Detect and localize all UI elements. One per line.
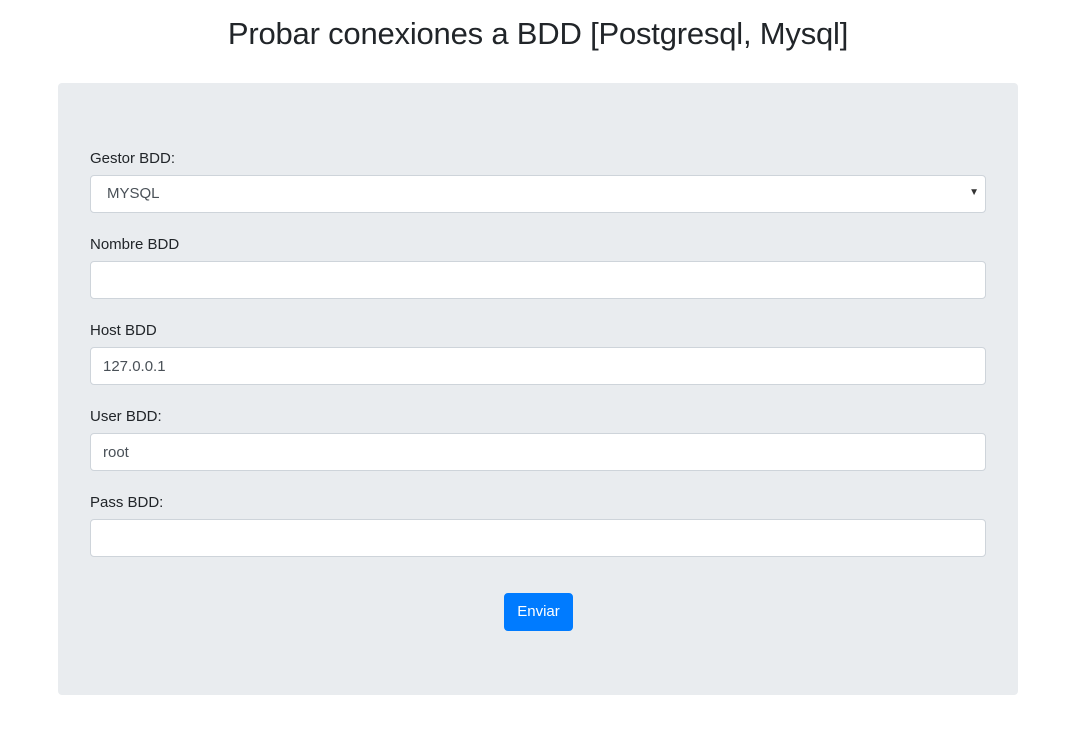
- pass-label: Pass BDD:: [90, 494, 164, 511]
- pass-input[interactable]: [90, 519, 986, 557]
- submit-button[interactable]: Enviar: [504, 593, 573, 631]
- user-input[interactable]: [90, 433, 986, 471]
- host-input[interactable]: [90, 347, 986, 385]
- connection-form-panel: Gestor BDD: MYSQL ▼ Nombre BDD Host BDD …: [58, 83, 1018, 695]
- host-group: Host BDD: [90, 321, 986, 385]
- gestor-group: Gestor BDD: MYSQL ▼: [90, 149, 986, 213]
- gestor-select[interactable]: MYSQL ▼: [90, 175, 986, 213]
- page-title: Probar conexiones a BDD [Postgresql, Mys…: [227, 16, 849, 51]
- pass-group: Pass BDD:: [90, 493, 986, 557]
- nombre-label: Nombre BDD: [90, 236, 180, 253]
- host-label: Host BDD: [90, 322, 157, 339]
- chevron-down-icon: ▼: [969, 187, 979, 198]
- user-group: User BDD:: [90, 407, 986, 471]
- gestor-label: Gestor BDD:: [90, 150, 176, 167]
- user-label: User BDD:: [90, 408, 162, 425]
- nombre-group: Nombre BDD: [90, 235, 986, 299]
- nombre-input[interactable]: [90, 261, 986, 299]
- gestor-select-value[interactable]: MYSQL: [90, 175, 986, 213]
